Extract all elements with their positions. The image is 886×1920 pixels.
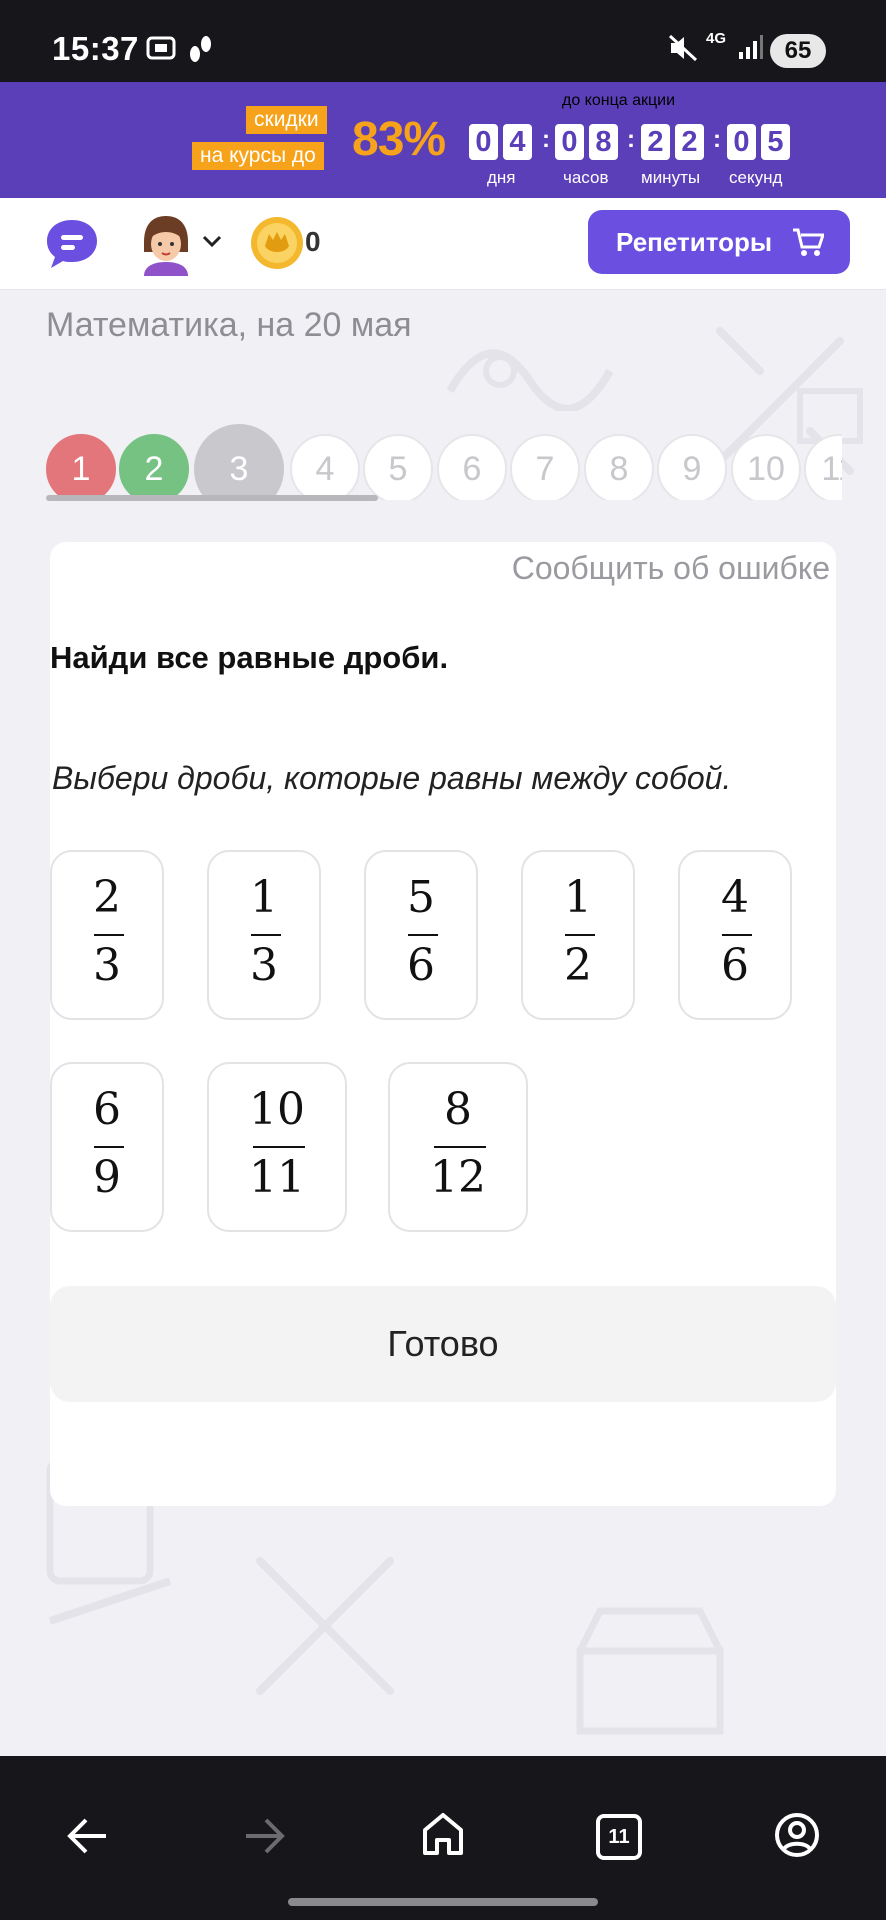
fraction-bar	[722, 934, 752, 936]
fraction-bar	[251, 934, 281, 936]
fraction-bar	[253, 1146, 305, 1148]
page-title: Математика, на 20 мая	[46, 306, 412, 344]
fraction-denominator: 3	[93, 940, 121, 991]
fraction-numerator: 2	[93, 872, 121, 923]
fraction-numerator: 8	[444, 1084, 472, 1135]
step-item[interactable]: 10	[731, 434, 801, 500]
countdown-unit: дня	[487, 168, 516, 187]
task-card: Сообщить об ошибке Найди все равные дроб…	[50, 542, 836, 1506]
fraction-bar	[94, 1146, 124, 1148]
coin-icon	[250, 216, 304, 275]
promo-tag-line1: скидки	[246, 106, 327, 134]
fraction-numerator: 4	[721, 872, 749, 923]
fraction-option[interactable]: 2 3	[50, 850, 164, 1020]
battery-indicator: 65	[770, 34, 826, 68]
fraction-numerator: 1	[564, 872, 592, 923]
countdown-unit: секунд	[729, 168, 783, 187]
doodle-decoration	[446, 349, 614, 411]
app-header: 0 Репетиторы	[0, 198, 886, 290]
countdown-unit: минуты	[641, 168, 701, 187]
promo-percent: 83%	[352, 113, 446, 166]
step-item[interactable]: 8	[584, 434, 654, 500]
profile-icon[interactable]	[774, 1812, 820, 1863]
countdown-digit: 8	[589, 124, 618, 160]
fraction-numerator: 5	[407, 872, 435, 923]
countdown-digit: 0	[555, 124, 584, 160]
back-arrow-icon[interactable]	[66, 1816, 108, 1861]
question-stepper: 1 2 3 4 5 6 7 8 9 10 11	[0, 410, 842, 500]
fraction-denominator: 12	[430, 1152, 486, 1203]
fraction-denominator: 2	[564, 940, 592, 991]
tutors-button[interactable]: Репетиторы	[588, 210, 850, 274]
cart-icon	[793, 228, 824, 256]
countdown-separator: :	[713, 126, 721, 153]
step-item[interactable]: 5	[363, 434, 433, 500]
fraction-denominator: 6	[721, 940, 749, 991]
countdown-digit: 5	[761, 124, 790, 160]
network-type-label: 4G	[706, 30, 727, 47]
fraction-bar	[408, 934, 438, 936]
countdown-digit: 2	[675, 124, 704, 160]
fraction-option[interactable]: 5 6	[364, 850, 478, 1020]
fraction-bar	[94, 934, 124, 936]
step-item[interactable]: 6	[437, 434, 507, 500]
fraction-option[interactable]: 4 6	[678, 850, 792, 1020]
countdown-label: до конца акции	[562, 92, 676, 109]
coin-count: 0	[305, 226, 321, 257]
report-error-link[interactable]: Сообщить об ошибке	[512, 550, 830, 587]
fraction-bar	[565, 934, 595, 936]
countdown-separator: :	[627, 126, 635, 153]
fraction-numerator: 10	[249, 1084, 305, 1135]
fraction-bar	[434, 1146, 486, 1148]
signal-icon	[738, 34, 764, 65]
stepper-progress	[46, 495, 378, 501]
step-item[interactable]: 7	[510, 434, 580, 500]
tabs-count: 11	[608, 1826, 630, 1848]
countdown-digit: 0	[469, 124, 498, 160]
chat-icon[interactable]	[44, 218, 100, 275]
doodle-decoration	[256, 1557, 394, 1695]
home-icon[interactable]	[422, 1812, 464, 1861]
countdown-separator: :	[542, 126, 550, 153]
chevron-down-icon[interactable]	[202, 234, 222, 253]
countdown-unit: часов	[563, 168, 609, 187]
task-instruction: Выбери дроби, которые равны между собой.	[52, 760, 732, 796]
countdown-digit: 4	[503, 124, 532, 160]
fraction-option[interactable]: 1 3	[207, 850, 321, 1020]
promo-tag-line2: на курсы до	[192, 142, 324, 170]
home-indicator[interactable]	[288, 1898, 598, 1906]
done-button[interactable]: Готово	[50, 1286, 836, 1402]
fraction-option[interactable]: 10 11	[207, 1062, 347, 1232]
fraction-option[interactable]: 6 9	[50, 1062, 164, 1232]
fraction-denominator: 3	[250, 940, 278, 991]
fraction-denominator: 11	[249, 1152, 305, 1203]
step-item[interactable]: 11	[804, 434, 842, 500]
steps-icon	[186, 34, 214, 69]
tutors-button-label: Репетиторы	[616, 227, 773, 257]
mute-icon	[668, 34, 698, 67]
avatar[interactable]	[138, 212, 194, 281]
status-time: 15:37	[52, 30, 139, 67]
screenshot-icon	[146, 34, 176, 67]
step-item[interactable]: 3	[194, 424, 284, 500]
step-item[interactable]: 1	[46, 434, 116, 500]
step-item[interactable]: 2	[119, 434, 189, 500]
fraction-option[interactable]: 8 12	[388, 1062, 528, 1232]
fraction-denominator: 9	[93, 1152, 121, 1203]
step-item[interactable]: 4	[290, 434, 360, 500]
fraction-denominator: 6	[407, 940, 435, 991]
tabs-icon[interactable]: 11	[596, 1814, 642, 1860]
step-item[interactable]: 9	[657, 434, 727, 500]
browser-bottom-bar: 11	[0, 1756, 886, 1920]
doodle-decoration	[576, 1607, 724, 1735]
countdown-digit: 2	[641, 124, 670, 160]
status-bar: 15:37 4G 65	[0, 0, 886, 82]
forward-arrow-icon[interactable]	[244, 1816, 286, 1861]
fraction-numerator: 1	[250, 872, 278, 923]
task-question: Найди все равные дроби.	[50, 640, 449, 675]
countdown-digit: 0	[727, 124, 756, 160]
fraction-option[interactable]: 1 2	[521, 850, 635, 1020]
fraction-numerator: 6	[93, 1084, 121, 1135]
